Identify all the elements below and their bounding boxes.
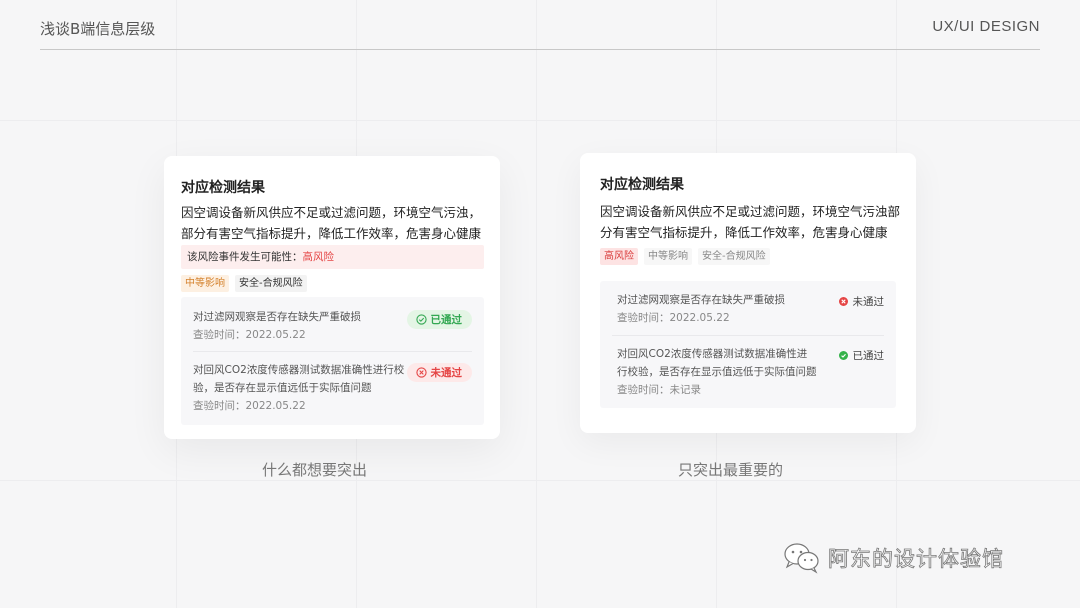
risk-likelihood-bar: 该风险事件发生可能性：高风险 xyxy=(181,245,484,269)
wechat-icon xyxy=(784,543,819,574)
check-name: 对过滤网观察是否存在缺失严重破损 xyxy=(193,311,361,323)
check-item: 对回风CO2浓度传感器测试数据准确性进行校验，是否存在显示值远低于实际值问题 查… xyxy=(193,361,472,415)
caption-right: 只突出最重要的 xyxy=(678,461,784,479)
brand-label: UX/UI DESIGN xyxy=(932,18,1040,35)
card-description: 因空调设备新风供应不足或过滤问题，环境空气污浊部分有害空气指标提升，降低工作效率… xyxy=(600,204,901,240)
watermark-text: 阿东的设计体验馆 xyxy=(828,547,1004,572)
caption-left: 什么都想要突出 xyxy=(262,461,368,479)
card-description: 因空调设备新风供应不足或过滤问题，环境空气污浊，部分有害空气指标提升，降低工作效… xyxy=(181,205,482,241)
risk-label: 该风险事件发生可能性： xyxy=(187,251,303,263)
fail-badge: 未通过 xyxy=(406,363,472,382)
pass-status: 已通过 xyxy=(838,348,885,363)
pass-badge-label: 已通过 xyxy=(430,314,463,326)
watermark: 阿东的设计体验馆 xyxy=(782,541,1004,575)
check-name: 对回风CO2浓度传感器测试数据准确性进行校验，是否存在显示值远低于实际值问题 xyxy=(617,348,817,378)
risk-tag: 高风险 xyxy=(600,248,638,265)
category-tag: 安全-合规风险 xyxy=(235,275,307,292)
impact-tag: 中等影响 xyxy=(644,248,692,265)
x-circle-icon xyxy=(415,367,427,378)
category-tag: 安全-合规风险 xyxy=(698,248,770,265)
background-grid xyxy=(0,0,1080,608)
fail-badge-label: 未通过 xyxy=(430,367,463,379)
check-time: 查验时间：2022.05.22 xyxy=(617,312,730,324)
impact-tag: 中等影响 xyxy=(181,275,229,292)
page-title: 浅谈B端信息层级 xyxy=(40,20,156,38)
tag-group: 高风险 中等影响 安全-合规风险 xyxy=(600,248,770,265)
check-icon xyxy=(838,351,848,360)
result-card-all-highlighted: 对应检测结果 因空调设备新风供应不足或过滤问题，环境空气污浊，部分有害空气指标提… xyxy=(164,156,500,439)
check-item: 对过滤网观察是否存在缺失严重破损 查验时间：2022.05.22 未通过 xyxy=(617,291,884,327)
check-name: 对过滤网观察是否存在缺失严重破损 xyxy=(617,294,785,306)
fail-status: 未通过 xyxy=(838,294,885,309)
pass-badge: 已通过 xyxy=(406,310,472,329)
fail-status-label: 未通过 xyxy=(852,296,885,308)
card-title: 对应检测结果 xyxy=(600,177,684,193)
check-name: 对回风CO2浓度传感器测试数据准确性进行校验，是否存在显示值远低于实际值问题 xyxy=(193,364,405,394)
tag-group: 中等影响 安全-合规风险 xyxy=(181,275,307,292)
result-card-key-highlighted: 对应检测结果 因空调设备新风供应不足或过滤问题，环境空气污浊部分有害空气指标提升… xyxy=(580,153,916,433)
check-list: 对过滤网观察是否存在缺失严重破损 查验时间：2022.05.22 未通过 对回风… xyxy=(600,281,896,408)
check-list: 对过滤网观察是否存在缺失严重破损 查验时间：2022.05.22 已通过 对回风… xyxy=(181,297,484,425)
divider xyxy=(193,351,472,352)
check-time: 查验时间：2022.05.22 xyxy=(193,400,306,412)
pass-status-label: 已通过 xyxy=(852,350,885,362)
check-item: 对回风CO2浓度传感器测试数据准确性进行校验，是否存在显示值远低于实际值问题 查… xyxy=(617,345,884,399)
x-icon xyxy=(838,297,848,306)
check-circle-icon xyxy=(415,314,427,325)
check-time: 查验时间：未记录 xyxy=(617,384,701,396)
check-item: 对过滤网观察是否存在缺失严重破损 查验时间：2022.05.22 已通过 xyxy=(193,308,472,344)
card-title: 对应检测结果 xyxy=(181,180,265,196)
divider xyxy=(612,335,884,336)
page-header: 浅谈B端信息层级 UX/UI DESIGN xyxy=(40,0,1040,50)
risk-value: 高风险 xyxy=(302,251,335,263)
